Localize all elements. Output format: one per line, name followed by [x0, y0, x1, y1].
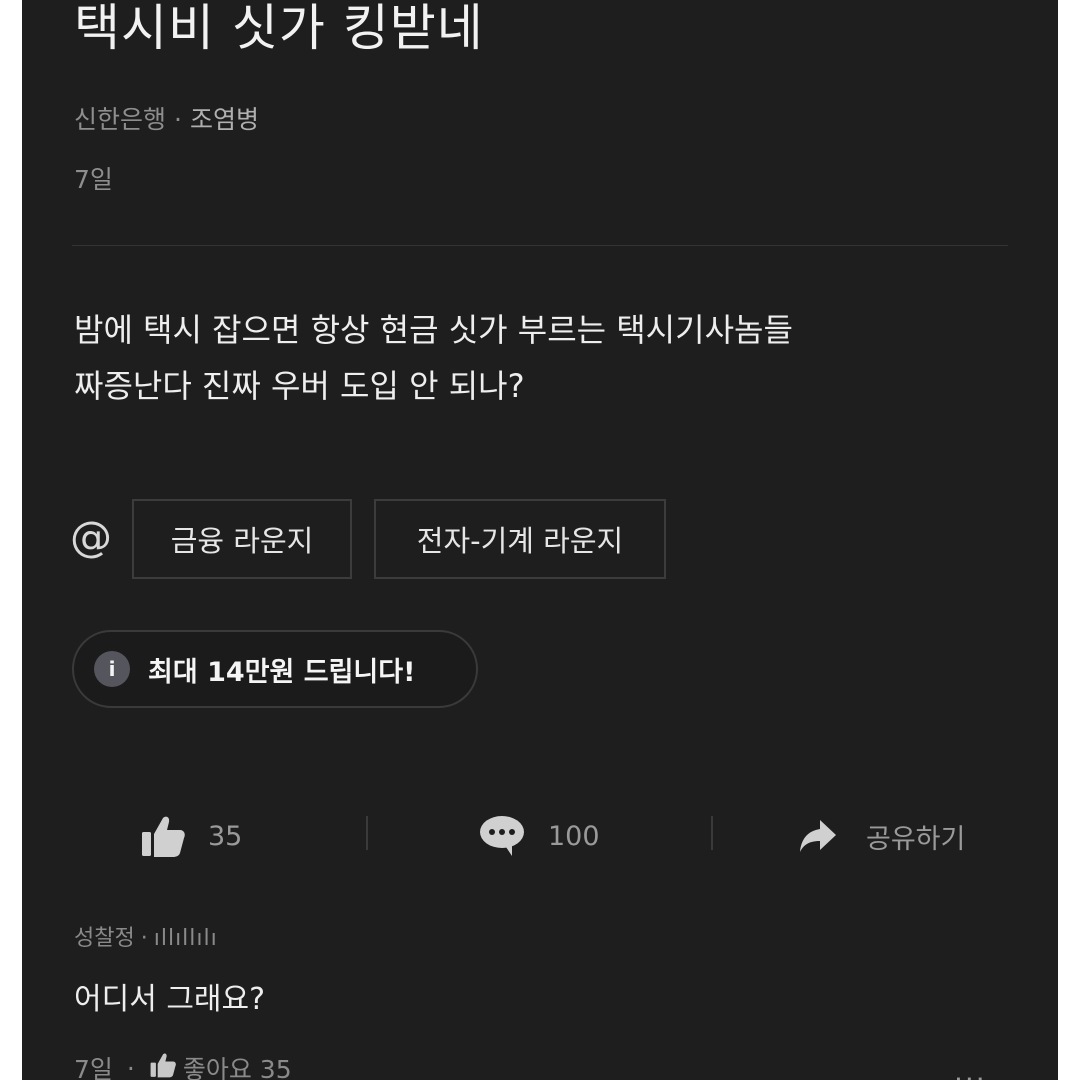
post-time: 7일 — [74, 165, 113, 194]
comment-author[interactable]: 성찰정 — [74, 926, 135, 951]
comment-button[interactable]: 100 — [478, 806, 600, 866]
meta-separator: · — [126, 1053, 135, 1080]
post-meta: 신한은행 · 조염병 — [74, 100, 259, 136]
thumbs-up-icon — [149, 1052, 183, 1080]
like-count: 35 — [208, 820, 243, 852]
promo-text: 최대 14만원 드립니다! — [148, 656, 416, 688]
share-label: 공유하기 — [866, 823, 966, 855]
divider — [72, 245, 1008, 246]
promo-banner[interactable]: i 최대 14만원 드립니다! — [72, 630, 478, 708]
post-body: 밤에 택시 잡으면 항상 현금 싯가 부르는 택시기사놈들 짜증난다 진짜 우버… — [74, 302, 1004, 414]
post-body-line: 짜증난다 진짜 우버 도입 안 되나? — [74, 367, 525, 405]
thumbs-up-icon — [140, 814, 186, 858]
meta-separator: · — [140, 926, 148, 951]
comment-footer: 7일 · 좋아요 35 — [74, 1050, 292, 1080]
comment-meta: 성찰정 · ıllıllılı — [74, 920, 218, 952]
comment-like-text: 좋아요 35 — [182, 1055, 292, 1080]
app-screen: 택시비 싯가 킹받네 신한은행 · 조염병 7일 밤에 택시 잡으면 항상 현금 싯… — [22, 0, 1058, 1080]
like-button[interactable]: 35 — [140, 806, 242, 866]
tag-finance-lounge[interactable]: 금융 라운지 — [132, 499, 352, 579]
share-arrow-icon — [798, 818, 838, 854]
action-separator — [711, 816, 713, 850]
info-icon: i — [94, 651, 130, 687]
speech-bubble-icon — [478, 814, 526, 858]
comment-time: 7일 — [74, 1055, 113, 1080]
comment-text: 어디서 그래요? — [74, 982, 266, 1017]
tag-electronics-lounge[interactable]: 전자-기계 라운지 — [374, 499, 666, 579]
post-author[interactable]: 조염병 — [190, 105, 259, 134]
comment-company: ıllıllılı — [153, 926, 218, 951]
more-dots-icon[interactable]: ··· — [954, 1066, 987, 1080]
at-icon: @ — [70, 512, 112, 561]
meta-separator: · — [174, 105, 182, 134]
share-button[interactable]: 공유하기 — [798, 806, 965, 866]
post-title: 택시비 싯가 킹받네 — [74, 0, 484, 57]
post-body-line: 밤에 택시 잡으면 항상 현금 싯가 부르는 택시기사놈들 — [74, 311, 793, 349]
comment-like-button[interactable]: 좋아요 35 — [149, 1050, 292, 1080]
action-separator — [366, 816, 368, 850]
comment-count: 100 — [548, 820, 600, 852]
post-company[interactable]: 신한은행 — [74, 105, 166, 134]
